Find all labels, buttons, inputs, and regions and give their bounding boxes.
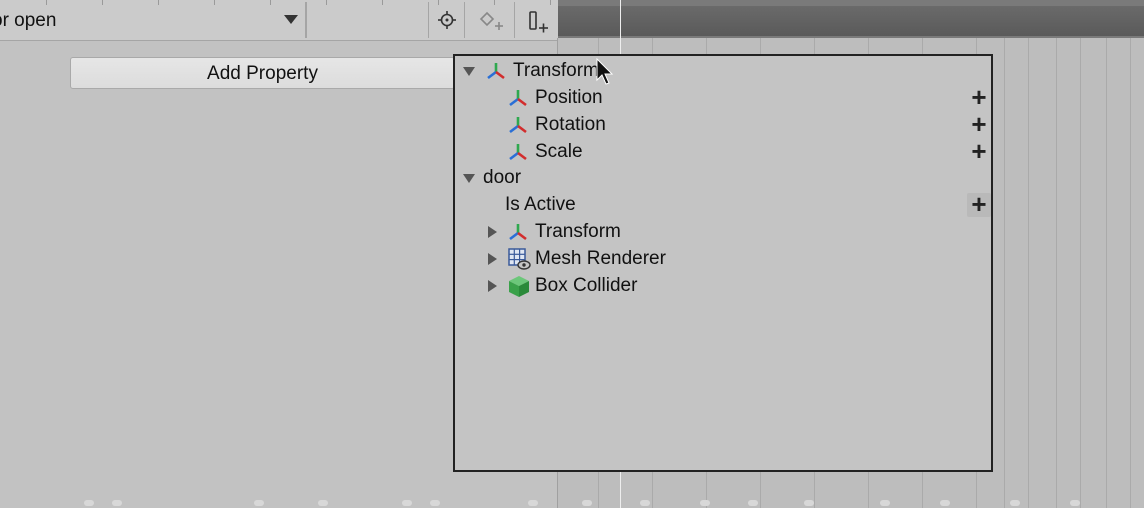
add-icon[interactable]: + <box>967 191 991 217</box>
property-is-active[interactable]: Is Active + <box>463 191 991 218</box>
mouse-cursor-icon <box>596 58 614 85</box>
box-collider-icon <box>509 276 529 297</box>
foldout-expanded-icon[interactable] <box>463 174 475 183</box>
component-box-collider[interactable]: Box Collider <box>463 273 983 299</box>
keyframe-target-icon <box>438 11 456 29</box>
timeline-ruler[interactable] <box>558 0 1144 38</box>
add-event-icon <box>529 11 548 33</box>
transform-icon <box>509 117 527 134</box>
add-keyframe-icon <box>479 11 503 30</box>
component-label: Mesh Renderer <box>535 248 666 269</box>
add-keyframe-button[interactable] <box>464 2 514 38</box>
bottom-ruler <box>0 496 1144 508</box>
clip-dropdown[interactable]: or open <box>0 2 306 38</box>
keyframe-target-button[interactable] <box>428 2 464 38</box>
add-property-button[interactable]: Add Property <box>70 57 455 89</box>
group-door[interactable]: door <box>463 165 983 191</box>
component-label: Box Collider <box>535 275 638 296</box>
add-icon[interactable]: + <box>967 84 991 110</box>
component-mesh-renderer[interactable]: Mesh Renderer <box>463 246 983 272</box>
property-label: Rotation <box>535 114 606 135</box>
foldout-collapsed-icon[interactable] <box>488 226 497 238</box>
component-label: Transform <box>535 221 621 242</box>
mesh-renderer-icon <box>508 248 531 270</box>
transform-icon <box>487 63 505 80</box>
transform-icon <box>509 224 527 241</box>
group-label: door <box>483 167 522 188</box>
chevron-down-icon <box>284 15 298 24</box>
property-label: Position <box>535 87 603 108</box>
component-transform[interactable]: Transform <box>463 219 983 245</box>
property-rotation[interactable]: Rotation + <box>463 111 987 138</box>
property-position[interactable]: Position + <box>463 84 987 111</box>
add-event-button[interactable] <box>514 2 558 38</box>
clip-name: or open <box>0 10 57 31</box>
transform-icon <box>509 90 527 107</box>
foldout-expanded-icon[interactable] <box>463 67 475 76</box>
property-label: Scale <box>535 141 583 162</box>
add-property-popup: Transform Position + Rotation + Scale + … <box>453 54 993 472</box>
add-icon[interactable]: + <box>967 111 991 137</box>
foldout-collapsed-icon[interactable] <box>488 280 497 292</box>
toolbar-spacer <box>306 2 428 38</box>
property-scale[interactable]: Scale + <box>463 138 987 165</box>
add-icon[interactable]: + <box>967 138 991 164</box>
property-label: Is Active <box>505 194 576 215</box>
group-transform[interactable]: Transform <box>463 58 983 84</box>
group-label: Transform <box>513 60 599 81</box>
foldout-collapsed-icon[interactable] <box>488 253 497 265</box>
transform-icon <box>509 144 527 161</box>
